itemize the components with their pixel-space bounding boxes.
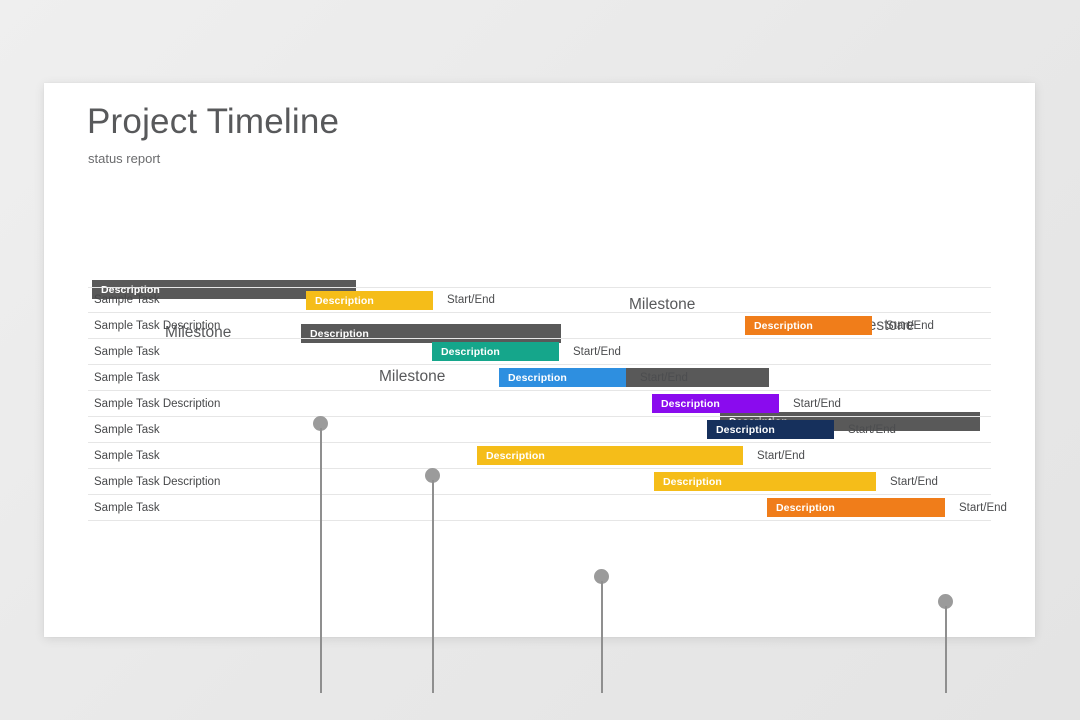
task-bar[interactable]: Description bbox=[432, 342, 559, 361]
task-label: Sample Task bbox=[94, 449, 160, 462]
task-bar-label: Description bbox=[508, 371, 567, 384]
start-end-label: Start/End bbox=[793, 397, 841, 410]
gantt-rows: Sample Task Description Start/End Sample Ta… bbox=[88, 287, 1007, 521]
task-bar[interactable]: Description bbox=[654, 472, 876, 491]
task-label: Sample Task Description bbox=[94, 397, 221, 410]
task-label: Sample Task Description bbox=[94, 319, 221, 332]
start-end-label: Start/End bbox=[447, 294, 495, 306]
slide-card: Project Timeline status report Descripti… bbox=[44, 83, 1035, 693]
table-row[interactable]: Sample Task Description Start/End bbox=[88, 417, 991, 443]
start-end-label: Start/End bbox=[848, 423, 896, 436]
table-row[interactable]: Sample Task Description Start/End bbox=[88, 495, 1007, 521]
milestone-connector-line bbox=[944, 606, 947, 693]
screenshot-canvas: Project Timeline status report Descripti… bbox=[0, 0, 1080, 720]
table-row[interactable]: Sample Task Description Start/End bbox=[88, 365, 991, 391]
table-row[interactable]: Sample Task Description Description Start/… bbox=[88, 391, 991, 417]
page-subtitle: status report bbox=[88, 151, 161, 166]
task-label: Sample Task bbox=[94, 501, 160, 514]
table-row[interactable]: Sample Task Description Start/End bbox=[88, 443, 991, 469]
start-end-label: Start/End bbox=[886, 319, 934, 332]
task-bar[interactable]: Description bbox=[477, 446, 743, 465]
task-bar-label: Description bbox=[716, 423, 775, 436]
milestone-connector-line bbox=[431, 480, 434, 693]
task-label: Sample Task bbox=[94, 371, 160, 384]
task-bar[interactable]: Description bbox=[767, 498, 945, 517]
task-bar[interactable]: Description bbox=[745, 316, 872, 335]
table-row[interactable]: Sample Task Description Description Start/… bbox=[88, 313, 991, 339]
task-bar-label: Description bbox=[754, 319, 813, 332]
task-bar-label: Description bbox=[486, 449, 545, 462]
milestone-connector-line bbox=[319, 428, 322, 693]
task-bar-label: Description bbox=[663, 475, 722, 488]
start-end-label: Start/End bbox=[757, 449, 805, 462]
task-bar-label: Description bbox=[315, 294, 374, 307]
task-bar[interactable]: Description bbox=[306, 291, 433, 310]
start-end-label: Start/End bbox=[573, 345, 621, 358]
task-label: Sample Task bbox=[94, 294, 160, 306]
task-bar-label: Description bbox=[661, 397, 720, 410]
task-bar[interactable]: Description bbox=[652, 394, 779, 413]
task-label: Sample Task Description bbox=[94, 475, 221, 488]
milestone-connector-line bbox=[600, 581, 603, 693]
table-row[interactable]: Sample Task Description Start/End bbox=[88, 339, 991, 365]
task-label: Sample Task bbox=[94, 345, 160, 358]
task-label: Sample Task bbox=[94, 423, 160, 436]
task-bar-label: Description bbox=[776, 501, 835, 514]
start-end-label: Start/End bbox=[640, 371, 688, 384]
start-end-label: Start/End bbox=[959, 501, 1007, 514]
task-bar-label: Description bbox=[441, 345, 500, 358]
start-end-label: Start/End bbox=[890, 475, 938, 488]
table-row[interactable]: Sample Task Description Description Start/… bbox=[88, 469, 991, 495]
page-title: Project Timeline bbox=[87, 102, 340, 141]
table-row[interactable]: Sample Task Description Start/End bbox=[88, 287, 991, 313]
task-bar[interactable]: Description bbox=[499, 368, 626, 387]
task-bar[interactable]: Description bbox=[707, 420, 834, 439]
